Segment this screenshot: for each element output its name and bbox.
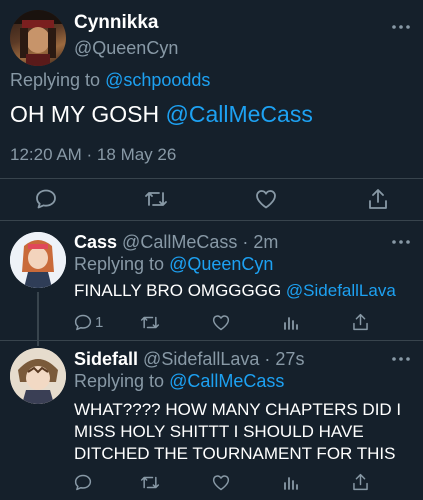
replying-prefix: Replying to	[74, 254, 165, 274]
more-icon[interactable]	[392, 24, 410, 30]
tweet-text-line: MISS HOLY SHITTT I SHOULD HAVE	[74, 422, 364, 441]
reply-text: FINALLY BRO OMGGGGG @SidefallLava	[74, 281, 396, 301]
more-icon[interactable]	[392, 356, 410, 362]
replying-handle-link[interactable]: @QueenCyn	[169, 254, 273, 274]
reply-time[interactable]: 2m	[253, 232, 278, 252]
main-display-name[interactable]: Cynnikka	[74, 12, 158, 34]
reply-replying-to: Replying to @CallMeCass	[74, 371, 284, 392]
like-icon[interactable]	[212, 314, 230, 331]
comment-icon[interactable]	[35, 189, 57, 209]
tweet-text: FINALLY BRO OMGGGGG	[74, 281, 282, 300]
divider	[0, 178, 423, 179]
replying-handle-link[interactable]: @schpoodds	[105, 70, 210, 90]
share-icon[interactable]	[352, 313, 369, 331]
main-replying-to: Replying to @schpoodds	[10, 70, 210, 91]
reply-count: 1	[95, 314, 104, 331]
avatar-cass[interactable]	[10, 232, 66, 288]
main-timestamp[interactable]: 12:20 AM · 18 May 26	[10, 145, 176, 165]
mention-link[interactable]: @SidefallLava	[286, 281, 396, 300]
divider	[0, 340, 423, 341]
more-icon[interactable]	[392, 239, 410, 245]
like-icon[interactable]	[255, 189, 277, 209]
comment-icon[interactable]	[74, 474, 92, 491]
mention-link[interactable]: @CallMeCass	[166, 101, 313, 127]
main-handle[interactable]: @QueenCyn	[74, 38, 178, 59]
avatar-sidefall[interactable]	[10, 348, 66, 404]
reply-time[interactable]: 27s	[275, 349, 304, 369]
replying-prefix: Replying to	[74, 371, 165, 391]
tweet-text-line: WHAT???? HOW MANY CHAPTERS DID I	[74, 400, 402, 419]
avatar-cynnikka[interactable]	[10, 10, 66, 66]
separator-dot: ·	[242, 232, 249, 252]
tweet-text-line: DITCHED THE TOURNAMENT FOR THIS	[74, 444, 396, 463]
tweet-text: OH MY GOSH	[10, 101, 160, 127]
replying-prefix: Replying to	[10, 70, 101, 90]
main-tweet-text: OH MY GOSH @CallMeCass	[10, 101, 313, 128]
reply-header: Cass @CallMeCass · 2m	[74, 232, 278, 253]
reply-handle[interactable]: @SidefallLava	[143, 349, 259, 369]
thread-line	[37, 292, 39, 346]
reply-display-name[interactable]: Cass	[74, 232, 117, 252]
retweet-icon[interactable]	[144, 189, 168, 209]
like-icon[interactable]	[212, 474, 230, 491]
reply-replying-to: Replying to @QueenCyn	[74, 254, 273, 275]
retweet-icon[interactable]	[140, 474, 160, 491]
analytics-icon[interactable]	[283, 314, 299, 330]
analytics-icon[interactable]	[283, 474, 299, 490]
comment-icon[interactable]	[74, 314, 92, 331]
reply-text: WHAT???? HOW MANY CHAPTERS DID I MISS HO…	[74, 399, 401, 465]
divider	[0, 220, 423, 221]
share-icon[interactable]	[368, 188, 388, 210]
reply-display-name[interactable]: Sidefall	[74, 349, 138, 369]
replying-handle-link[interactable]: @CallMeCass	[169, 371, 284, 391]
share-icon[interactable]	[352, 473, 369, 491]
reply-header: Sidefall @SidefallLava · 27s	[74, 349, 304, 370]
separator-dot: ·	[264, 349, 271, 369]
retweet-icon[interactable]	[140, 314, 160, 331]
reply-handle[interactable]: @CallMeCass	[122, 232, 237, 252]
